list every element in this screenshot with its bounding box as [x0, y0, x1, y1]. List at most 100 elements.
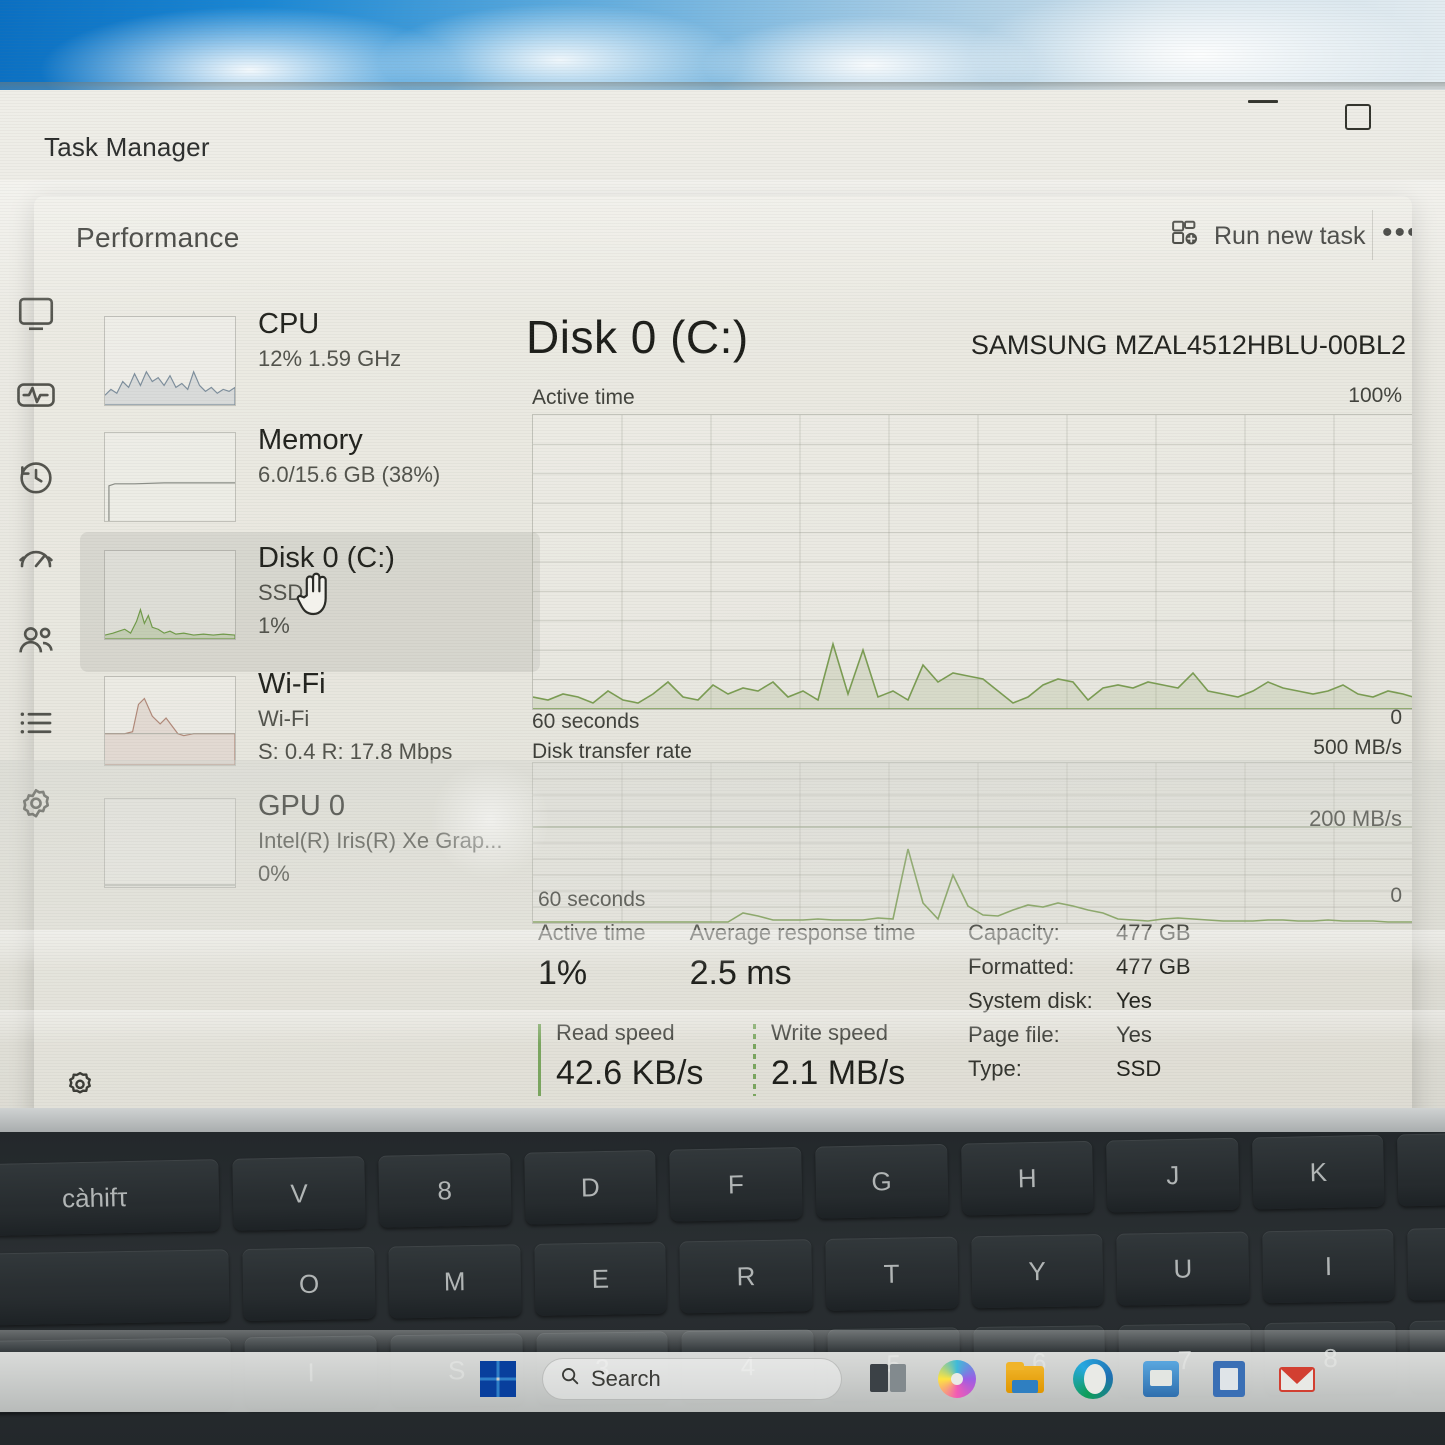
task-view-icon[interactable] [868, 1358, 910, 1400]
active-time-chart [532, 414, 1412, 710]
taskbar-glow [0, 1330, 1445, 1354]
office-icon[interactable] [1208, 1358, 1250, 1400]
search-icon [559, 1365, 581, 1393]
stat-value: 1% [538, 954, 588, 992]
property-value: Yes [1116, 1022, 1152, 1047]
key: R [679, 1239, 813, 1314]
search-placeholder: Search [591, 1366, 661, 1391]
sidebar-item-sub2: 0% [258, 861, 290, 887]
sidebar-item-gpu-0[interactable]: GPU 0 Intel(R) Iris(R) Xe Grap... 0% [80, 780, 540, 908]
edge-icon[interactable] [1072, 1358, 1114, 1400]
key: V [232, 1156, 366, 1231]
stat-label: Average response time [689, 920, 916, 945]
active-time-min-label: 0 [1390, 706, 1402, 729]
property-value: Yes [1116, 988, 1152, 1013]
key: F [669, 1146, 803, 1222]
disk-transfer-rate-chart [532, 762, 1412, 924]
transfer-rate-x-label: 60 seconds [538, 888, 646, 911]
task-manager-nav-rail [0, 280, 72, 1120]
task-manager-window: Performance Run new task ••• [34, 196, 1412, 1126]
transfer-rate-min-label: 0 [1390, 884, 1402, 907]
key: càhifτ [0, 1159, 221, 1237]
disk-mini-graph [104, 550, 236, 640]
key: Q [1407, 1226, 1445, 1301]
key: I [1261, 1228, 1395, 1304]
sidebar-item-label: GPU 0 [258, 790, 346, 822]
transfer-rate-label: Disk transfer rate [532, 740, 692, 763]
stat-value: 2.1 MB/s [771, 1054, 906, 1092]
key: K [1251, 1134, 1385, 1210]
stats-top-row: Active time 1% Average response time 2.5… [538, 920, 915, 993]
disk-detail-panel: Disk 0 (C:) SAMSUNG MZAL4512HBLU-00BL2 A… [526, 296, 1412, 1126]
taskbar-search[interactable]: Search [542, 1358, 842, 1400]
property-value: 477 GB [1116, 954, 1191, 979]
property-row: Page file: Yes [968, 1022, 1258, 1048]
sidebar-item-sub1: 6.0/15.6 GB (38%) [258, 462, 441, 488]
property-key: Capacity: [968, 920, 1060, 945]
file-explorer-icon[interactable] [1004, 1358, 1046, 1400]
stat-value: 2.5 ms [689, 954, 792, 992]
page-title: Performance [76, 222, 240, 253]
key: D [523, 1149, 657, 1225]
key [0, 1249, 230, 1326]
memory-mini-graph [104, 432, 236, 522]
sidebar-item-sub1: 12% 1.59 GHz [258, 346, 402, 372]
window-toolbar: Performance Run new task ••• [34, 196, 1412, 288]
gauge-icon[interactable] [15, 538, 57, 580]
property-value: SSD [1116, 1056, 1162, 1081]
key: 8 [378, 1153, 512, 1228]
resource-sidebar: CPU 12% 1.59 GHz Memory 6.0/15.6 GB (38%… [80, 296, 550, 1086]
toolbar-divider [1372, 210, 1373, 260]
sidebar-item-memory[interactable]: Memory 6.0/15.6 GB (38%) [80, 414, 540, 542]
property-row: Formatted: 477 GB [968, 954, 1258, 980]
property-key: Type: [968, 1056, 1022, 1081]
transfer-rate-max-label: 500 MB/s [1313, 736, 1402, 759]
keyboard-row: O M E R T Y U I Q [0, 1226, 1445, 1335]
key: E [533, 1241, 667, 1316]
key: O [242, 1246, 376, 1322]
list-icon[interactable] [15, 702, 57, 744]
key: H [960, 1140, 1094, 1216]
window-title: Task Manager [44, 132, 210, 162]
stat-label: Write speed [771, 1020, 888, 1045]
stat-value: 42.6 KB/s [556, 1054, 704, 1092]
maximize-button[interactable] [1345, 104, 1371, 130]
more-options-button[interactable]: ••• [1382, 218, 1412, 248]
sidebar-item-cpu[interactable]: CPU 12% 1.59 GHz [80, 298, 540, 426]
processes-icon[interactable] [15, 292, 57, 334]
stat-label: Active time [538, 920, 646, 945]
active-time-max-label: 100% [1348, 384, 1402, 407]
key: Y [970, 1234, 1104, 1309]
users-icon[interactable] [15, 620, 57, 662]
gpu-mini-graph [104, 798, 236, 888]
clock-history-icon[interactable] [15, 456, 57, 498]
laptop-screen-photo: Task Manager Performance Run new task ••… [0, 0, 1445, 1445]
minimize-button[interactable] [1248, 100, 1278, 103]
windows-taskbar: Search [0, 1352, 1445, 1412]
copilot-icon[interactable] [936, 1358, 978, 1400]
gmail-icon[interactable] [1276, 1358, 1318, 1400]
start-button[interactable] [480, 1361, 516, 1397]
key: U [1116, 1231, 1250, 1306]
property-row: Type: SSD [968, 1056, 1258, 1082]
disk-model: SAMSUNG MZAL4512HBLU-00BL2 [970, 330, 1406, 360]
sidebar-item-label: CPU [258, 308, 320, 340]
stats-bottom-row: Read speed 42.6 KB/s Write speed 2.1 MB/… [538, 1020, 968, 1096]
run-new-task-label: Run new task [1214, 222, 1366, 250]
run-new-task-button[interactable]: Run new task [1154, 212, 1381, 261]
performance-pulse-icon[interactable] [15, 374, 57, 416]
services-gear-icon[interactable] [15, 784, 57, 826]
key: L [1397, 1131, 1445, 1207]
key: M [388, 1244, 522, 1319]
sidebar-item-sub1: Wi-Fi [258, 706, 310, 732]
write-speed-accent-bar [753, 1024, 756, 1096]
stat-write-speed: Write speed 2.1 MB/s [753, 1020, 968, 1096]
stat-read-speed: Read speed 42.6 KB/s [538, 1020, 753, 1096]
stat-active-time: Active time 1% [538, 920, 646, 993]
property-row: Capacity: 477 GB [968, 920, 1258, 946]
sidebar-item-wifi[interactable]: Wi-Fi Wi-Fi S: 0.4 R: 17.8 Mbps [80, 658, 540, 786]
store-icon[interactable] [1140, 1358, 1182, 1400]
property-key: Formatted: [968, 954, 1075, 979]
settings-gear-icon[interactable] [62, 1068, 98, 1104]
desktop-wallpaper-sky [0, 0, 1445, 92]
